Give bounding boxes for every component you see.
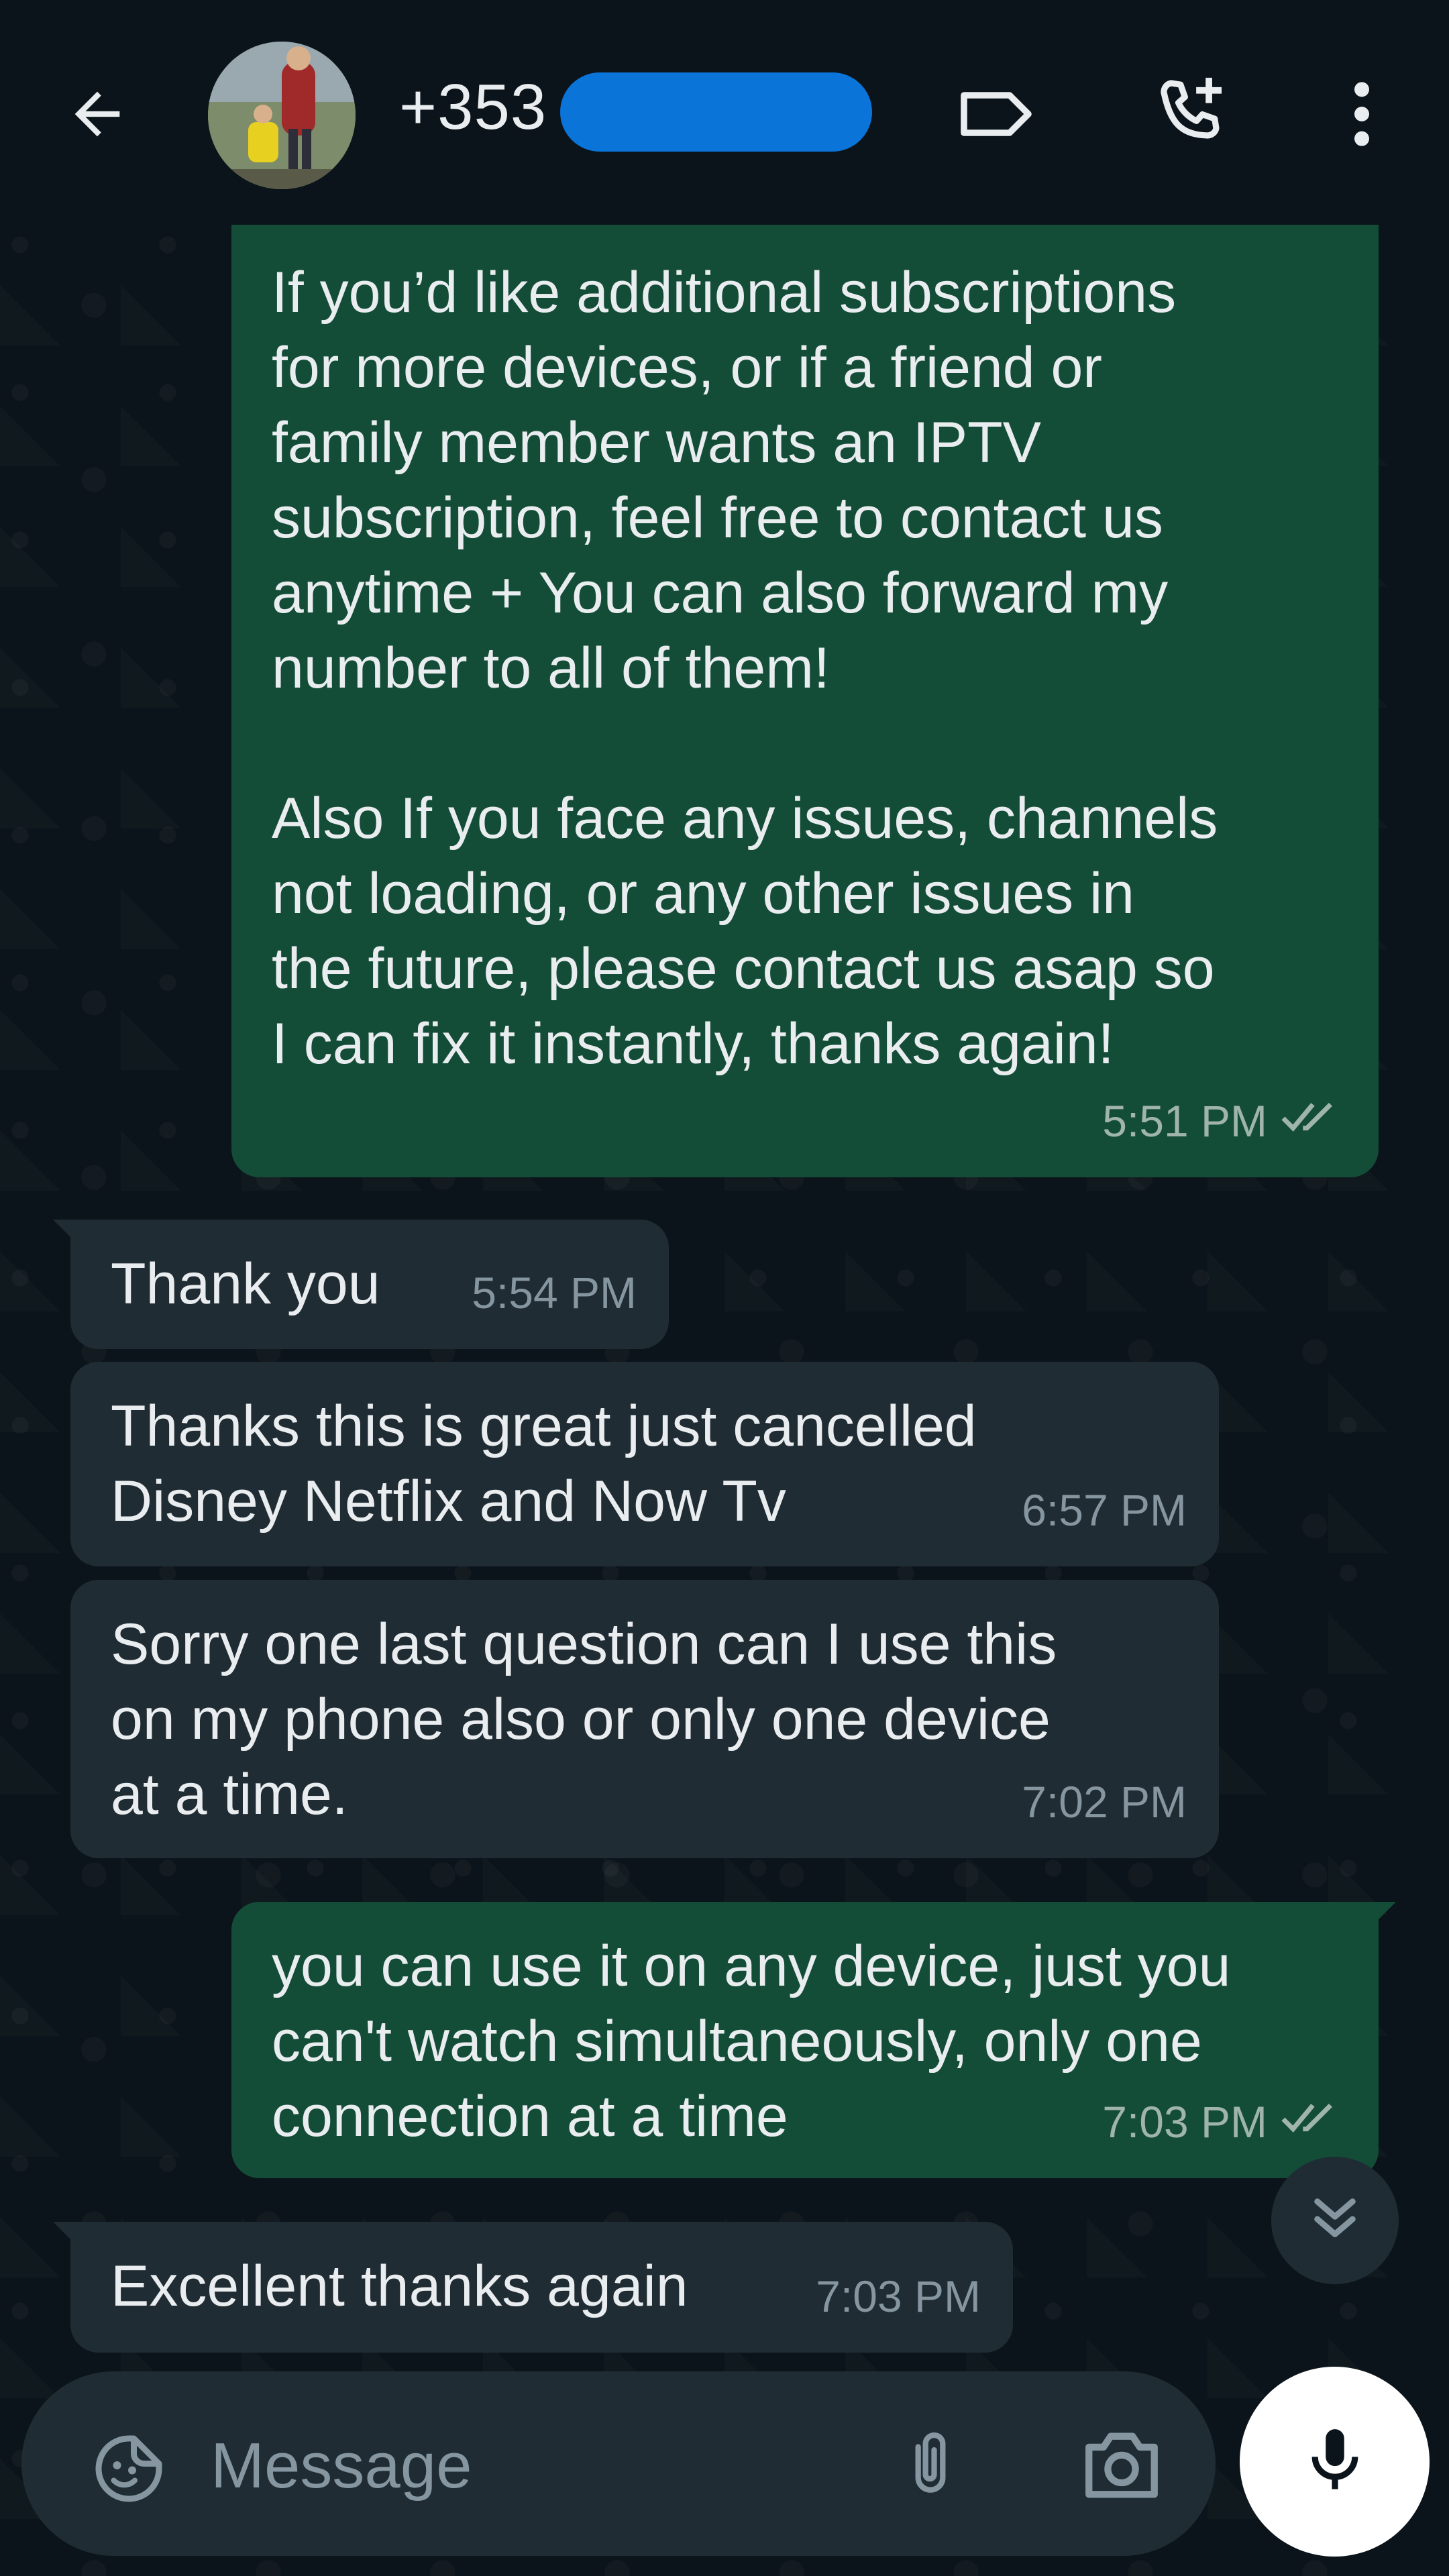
message-incoming[interactable]: Sorry one last question can I use this o… — [70, 1580, 1219, 1858]
back-arrow-icon[interactable] — [54, 74, 141, 154]
message-time: 5:54 PM — [472, 1268, 637, 1318]
mic-icon — [1298, 2420, 1372, 2504]
bubble-tail — [53, 1220, 84, 1250]
add-call-icon[interactable] — [1140, 67, 1241, 161]
message-time: 7:03 PM — [1102, 2097, 1267, 2147]
sticker-icon[interactable] — [89, 2428, 169, 2509]
double-check-icon — [1279, 2084, 1346, 2159]
bubble-tail — [53, 2222, 84, 2253]
contact-name[interactable]: +353 — [399, 70, 547, 144]
redaction-mark — [560, 72, 872, 152]
message-outgoing[interactable]: you can use it on any device, just you c… — [231, 1902, 1396, 2178]
message-time: 7:02 PM — [1022, 1777, 1187, 1827]
message-time: 7:03 PM — [816, 2271, 981, 2321]
message-text: If you’d like additional subscriptions f… — [272, 260, 1218, 1076]
message-time: 5:51 PM — [1102, 1096, 1267, 1146]
label-icon[interactable] — [949, 77, 1043, 151]
message-input[interactable] — [209, 2412, 869, 2520]
attach-icon[interactable] — [894, 2422, 974, 2509]
message-text: Thanks this is great just cancelled Disn… — [111, 1394, 977, 1534]
message-meta: 7:03 PM — [1102, 2084, 1346, 2159]
message-composer — [21, 2371, 1216, 2556]
voice-message-button[interactable] — [1240, 2367, 1430, 2557]
double-check-icon — [1279, 1083, 1346, 1159]
more-vert-icon[interactable] — [1325, 67, 1399, 161]
scroll-to-bottom-button[interactable] — [1271, 2157, 1399, 2284]
bubble-tail — [1365, 1902, 1396, 1933]
message-time: 6:57 PM — [1022, 1485, 1187, 1535]
double-chevron-down-icon — [1305, 2189, 1365, 2253]
message-meta: 5:51 PM — [1102, 1083, 1346, 1159]
message-text: Sorry one last question can I use this o… — [111, 1612, 1057, 1827]
chat-header: +353 — [0, 0, 1449, 225]
message-incoming[interactable]: Thank you 5:54 PM — [53, 1220, 669, 1349]
message-outgoing[interactable]: If you’d like additional subscriptions f… — [231, 201, 1379, 1177]
camera-icon[interactable] — [1078, 2425, 1165, 2506]
contact-avatar[interactable] — [208, 42, 356, 189]
message-incoming[interactable]: Thanks this is great just cancelled Disn… — [70, 1362, 1219, 1566]
message-incoming[interactable]: Excellent thanks again 7:03 PM — [53, 2222, 1013, 2353]
